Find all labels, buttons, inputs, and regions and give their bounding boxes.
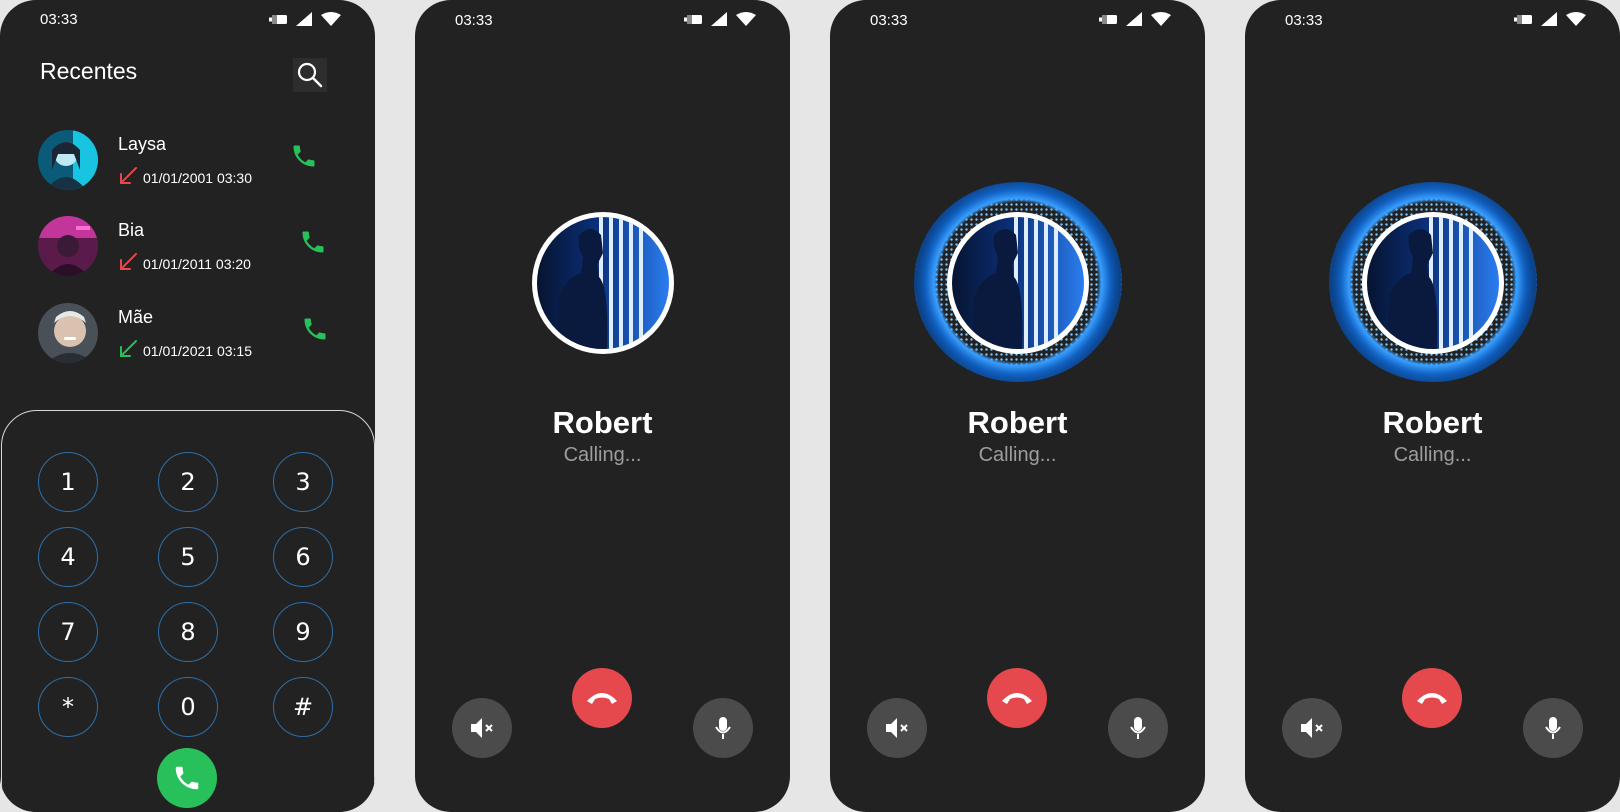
call-button[interactable] (299, 228, 327, 261)
wifi-icon (736, 12, 756, 26)
speaker-mute-icon (1301, 718, 1323, 738)
battery-icon (269, 14, 287, 24)
caller-avatar (1362, 212, 1504, 354)
status-icons (269, 12, 341, 26)
list-item[interactable]: Laysa 01/01/2001 03:30 (38, 130, 338, 194)
avatar (38, 303, 98, 363)
caller-name: Robert (552, 405, 653, 440)
avatar (38, 216, 98, 276)
microphone-button[interactable] (1523, 698, 1583, 758)
call-button[interactable] (290, 142, 318, 175)
list-item[interactable]: Bia 01/01/2011 03:20 (38, 216, 338, 280)
end-call-icon (587, 693, 617, 704)
status-icons (1514, 12, 1586, 26)
dial-key-4[interactable]: 4 (38, 527, 98, 587)
dial-key-2[interactable]: 2 (158, 452, 218, 512)
missed-call-arrow-icon (120, 167, 137, 184)
caller-name: Robert (967, 405, 1068, 440)
status-bar: 03:33 (0, 0, 375, 44)
phone-icon (304, 318, 326, 340)
calling-screen-glow: 03:33 Robert Calling... (830, 0, 1205, 812)
dial-key-3[interactable]: 3 (273, 452, 333, 512)
end-call-button[interactable] (1402, 668, 1462, 728)
dial-key-5[interactable]: 5 (158, 527, 218, 587)
status-bar: 03:33 (415, 0, 790, 44)
contact-name: Laysa (118, 134, 167, 154)
battery-icon (684, 14, 702, 24)
status-icons (684, 12, 756, 26)
status-icons (1099, 12, 1171, 26)
calling-screen-plain: 03:33 Robert Calling... (415, 0, 790, 812)
microphone-button[interactable] (693, 698, 753, 758)
signal-icon (1541, 12, 1557, 26)
battery-icon (1514, 14, 1532, 24)
call-datetime: 01/01/2011 03:20 (143, 256, 251, 272)
dial-key-8[interactable]: 8 (158, 602, 218, 662)
microphone-icon (1545, 717, 1561, 739)
mute-speaker-button[interactable] (867, 698, 927, 758)
caller-avatar (532, 212, 674, 354)
call-datetime: 01/01/2021 03:15 (143, 343, 252, 359)
dial-key-star[interactable]: * (38, 677, 98, 737)
mute-speaker-button[interactable] (452, 698, 512, 758)
search-icon (297, 62, 323, 88)
list-item[interactable]: Mãe 01/01/2021 03:15 (38, 303, 338, 367)
battery-icon (1099, 14, 1117, 24)
microphone-icon (715, 717, 731, 739)
wifi-icon (1151, 12, 1171, 26)
mute-speaker-button[interactable] (1282, 698, 1342, 758)
dial-key-9[interactable]: 9 (273, 602, 333, 662)
end-call-icon (1002, 693, 1032, 704)
wifi-icon (321, 12, 341, 26)
avatar (38, 130, 98, 190)
phone-icon (175, 766, 199, 790)
contact-name: Bia (118, 220, 145, 240)
call-button[interactable] (301, 315, 329, 348)
caller-name: Robert (1382, 405, 1483, 440)
received-call-arrow-icon (120, 340, 137, 357)
phone-icon (293, 145, 315, 167)
call-datetime: 01/01/2001 03:30 (143, 170, 252, 186)
search-button[interactable] (293, 58, 327, 92)
caller-avatar (947, 212, 1089, 354)
microphone-button[interactable] (1108, 698, 1168, 758)
call-status: Calling... (563, 444, 642, 466)
contact-name: Mãe (118, 307, 154, 327)
status-time: 03:33 (40, 11, 78, 28)
dial-key-hash[interactable]: # (273, 677, 333, 737)
dial-key-0[interactable]: 0 (158, 677, 218, 737)
signal-icon (1126, 12, 1142, 26)
end-call-button[interactable] (987, 668, 1047, 728)
missed-call-arrow-icon (120, 253, 137, 270)
wifi-icon (1566, 12, 1586, 26)
status-bar: 03:33 (830, 0, 1205, 44)
phone-icon (302, 231, 324, 253)
dial-key-7[interactable]: 7 (38, 602, 98, 662)
dial-call-button[interactable] (157, 748, 217, 808)
calling-screen-halo: 03:33 Robert Calling... (1245, 0, 1620, 812)
status-bar: 03:33 (1245, 0, 1620, 44)
microphone-icon (1130, 717, 1146, 739)
speaker-mute-icon (471, 718, 493, 738)
speaker-mute-icon (886, 718, 908, 738)
status-time: 03:33 (870, 12, 908, 29)
dial-key-6[interactable]: 6 (273, 527, 333, 587)
call-status: Calling... (1393, 444, 1472, 466)
call-status: Calling... (978, 444, 1057, 466)
signal-icon (296, 12, 312, 26)
end-call-button[interactable] (572, 668, 632, 728)
status-time: 03:33 (455, 12, 493, 29)
page-title: Recentes (40, 58, 138, 84)
dial-key-1[interactable]: 1 (38, 452, 98, 512)
end-call-icon (1417, 693, 1447, 704)
signal-icon (711, 12, 727, 26)
recent-calls-screen: 03:33 Recentes Laysa 01/01/2001 03:30 Bi… (0, 0, 375, 812)
status-time: 03:33 (1285, 12, 1323, 29)
